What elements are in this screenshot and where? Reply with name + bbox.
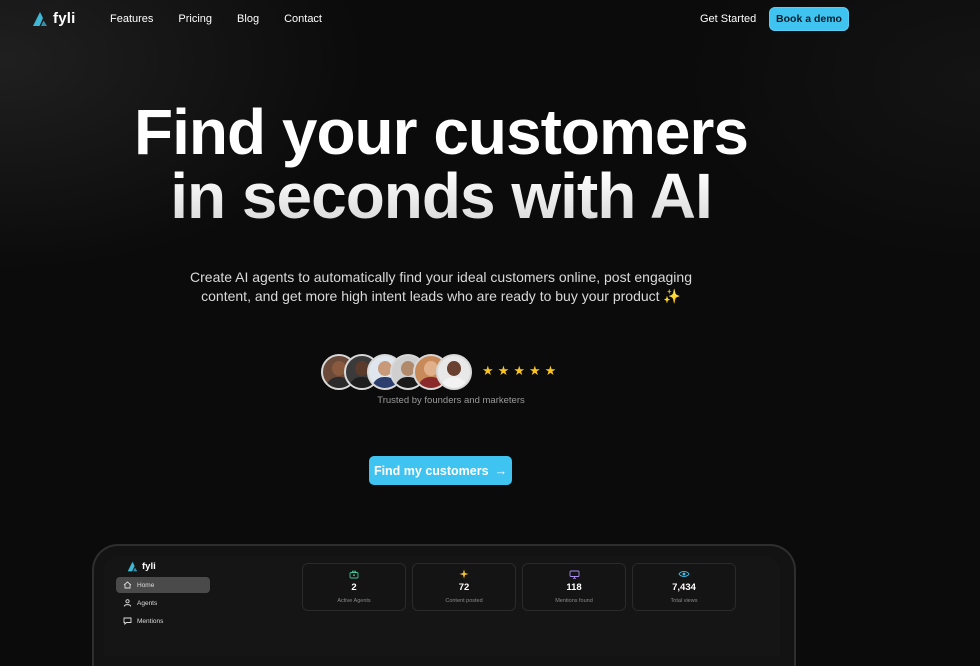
star-icon: ★ — [497, 363, 510, 378]
trusted-text: Trusted by founders and marketers — [377, 395, 525, 406]
dashboard-brand-name: fyli — [142, 561, 156, 572]
background-glow — [0, 0, 980, 627]
briefcase-icon — [349, 569, 359, 579]
hero-title-line-2: in seconds with AI — [170, 160, 712, 232]
brand-logo[interactable]: fyli — [32, 10, 75, 27]
fyli-logo-icon — [127, 561, 138, 572]
hero-title-line-1: Find your customers — [134, 96, 748, 168]
star-icon: ★ — [544, 363, 557, 378]
sidebar-item-label: Home — [137, 581, 155, 589]
home-icon — [122, 581, 132, 589]
monitor-icon — [569, 569, 580, 579]
fyli-logo-icon — [33, 11, 47, 26]
dashboard-sidebar: fyli Home Agents Mentions — [114, 556, 214, 656]
nav-link-pricing[interactable]: Pricing — [178, 13, 212, 25]
get-started-link[interactable]: Get Started — [700, 13, 756, 25]
hero-subtitle-line-2: content, and get more high intent leads … — [201, 288, 681, 304]
rating-stars: ★ ★ ★ ★ ★ — [482, 364, 556, 377]
stat-value: 118 — [566, 582, 582, 593]
user-icon — [122, 599, 132, 607]
stats-cards: 2 Active Agents 72 Content posted 118 Me… — [302, 563, 736, 611]
stat-value: 72 — [458, 582, 470, 593]
hero-subtitle-line-1: Create AI agents to automatically find y… — [190, 269, 692, 285]
dashboard-logo: fyli — [127, 561, 156, 572]
stat-card-total-views: 7,434 Total views — [632, 563, 736, 611]
stat-card-active-agents: 2 Active Agents — [302, 563, 406, 611]
star-icon: ★ — [513, 363, 525, 378]
sidebar-item-agents[interactable]: Agents — [116, 595, 210, 611]
nav-links: Features Pricing Blog Contact — [110, 13, 322, 25]
star-icon: ★ — [528, 363, 541, 378]
stat-card-mentions-found: 118 Mentions found — [522, 563, 626, 611]
sidebar-item-label: Agents — [137, 599, 158, 607]
eye-icon — [678, 569, 690, 579]
sparkle-icon — [459, 569, 469, 579]
nav-link-blog[interactable]: Blog — [237, 13, 259, 25]
hero-subtitle: Create AI agents to automatically find y… — [160, 268, 722, 306]
star-icon: ★ — [482, 363, 494, 378]
nav-link-features[interactable]: Features — [110, 13, 153, 25]
arrow-right-icon: → — [494, 463, 508, 478]
stat-card-content-posted: 72 Content posted — [412, 563, 516, 611]
cta-label: Find my customers — [373, 463, 489, 478]
hero-title: Find your customers in seconds with AI — [0, 100, 882, 228]
find-customers-button[interactable]: Find my customers → — [369, 456, 512, 485]
stat-label: Total views — [670, 598, 698, 604]
sidebar-item-home[interactable]: Home — [116, 577, 210, 593]
sidebar-item-label: Mentions — [137, 617, 164, 625]
nav-link-contact[interactable]: Contact — [284, 13, 322, 25]
stat-label: Content posted — [445, 598, 483, 604]
stat-value: 2 — [351, 582, 357, 593]
top-nav: fyli Features Pricing Blog Contact Get S… — [0, 0, 980, 40]
stat-label: Active Agents — [337, 598, 371, 604]
stat-label: Mentions found — [555, 598, 593, 604]
stat-value: 7,434 — [672, 582, 696, 593]
avatar-stack — [321, 354, 481, 390]
avatar — [436, 354, 472, 390]
chat-icon — [122, 617, 132, 625]
book-demo-button[interactable]: Book a demo — [769, 7, 849, 31]
dashboard-preview: fyli Home Agents Mentions 2 Active Agent… — [104, 556, 780, 656]
brand-name: fyli — [53, 10, 76, 27]
